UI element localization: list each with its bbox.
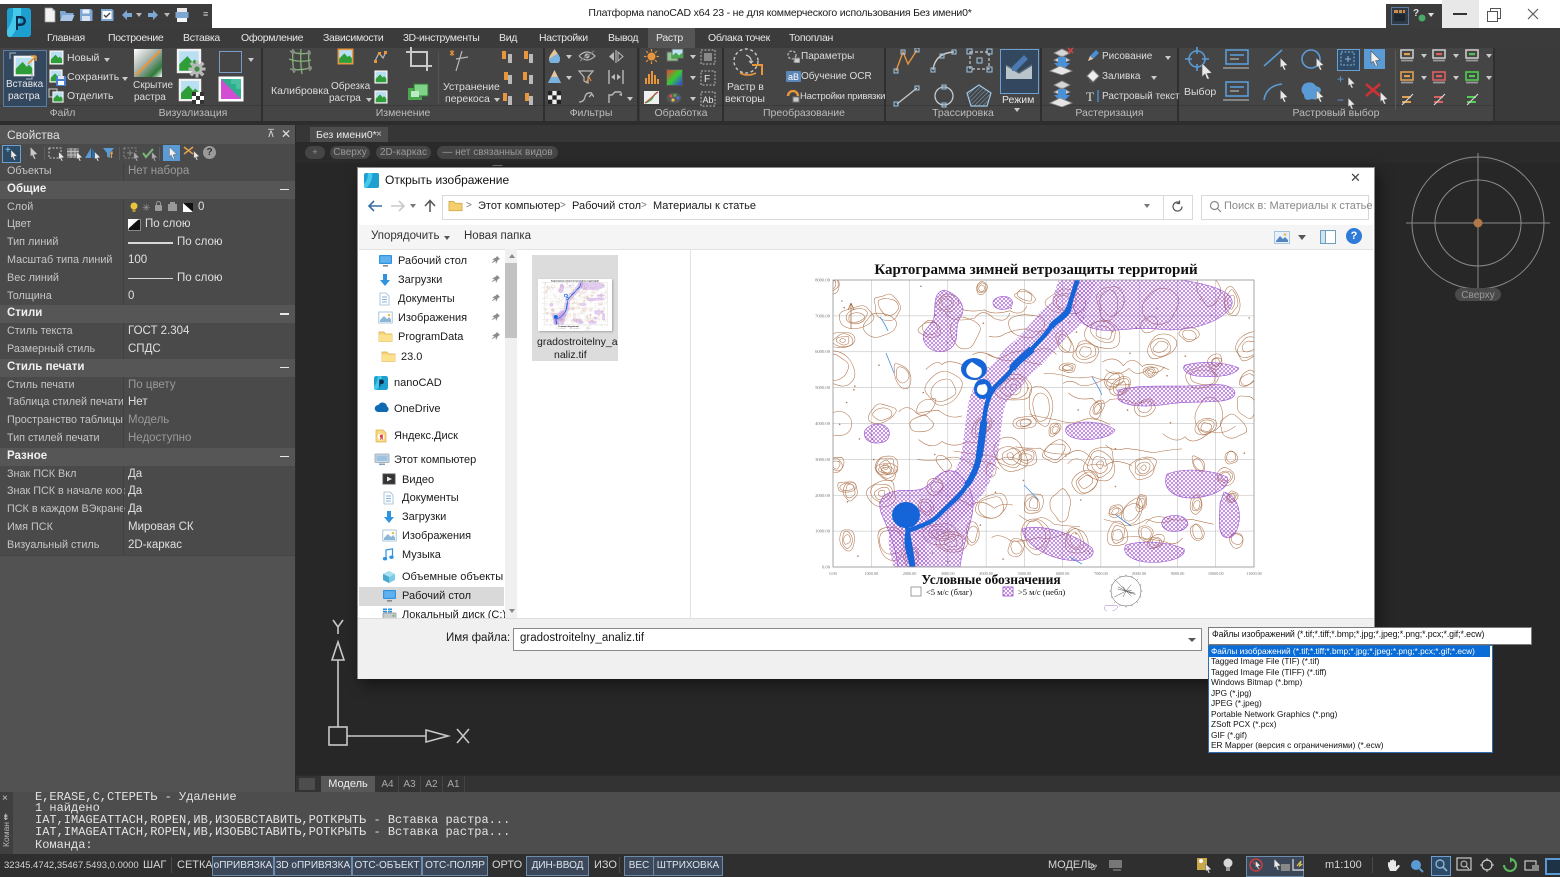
svg-text:1000.00: 1000.00 xyxy=(815,529,831,534)
svg-text:Условные обозначения: Условные обозначения xyxy=(921,572,1060,587)
svg-text:aB: aB xyxy=(788,72,799,82)
svg-text:10000.00: 10000.00 xyxy=(1208,571,1224,576)
svg-text:8000.00: 8000.00 xyxy=(1132,571,1146,576)
svg-text:2000.00: 2000.00 xyxy=(903,571,917,576)
svg-text:11000.00: 11000.00 xyxy=(1246,571,1262,576)
svg-text:8000.00: 8000.00 xyxy=(815,278,831,283)
svg-text:5000.00: 5000.00 xyxy=(815,385,831,390)
svg-text:0.00: 0.00 xyxy=(829,571,836,576)
svg-text:7000.00: 7000.00 xyxy=(815,313,831,318)
svg-text:6000.00: 6000.00 xyxy=(815,349,831,354)
svg-text:F: F xyxy=(704,74,710,85)
svg-text:Сверху: Сверху xyxy=(1461,290,1494,301)
svg-text:2000.00: 2000.00 xyxy=(815,493,831,498)
svg-text:T: T xyxy=(1086,89,1094,103)
svg-text:<5 м/с (благ): <5 м/с (благ) xyxy=(926,587,972,597)
svg-text:Картограмма зимней ветрозащиты: Картограмма зимней ветрозащиты территори… xyxy=(874,262,1198,278)
svg-text:4000.00: 4000.00 xyxy=(815,421,831,426)
svg-text:3000.00: 3000.00 xyxy=(815,457,831,462)
svg-text:>5 м/с (небл): >5 м/с (небл) xyxy=(1018,587,1065,597)
svg-text:7000.00: 7000.00 xyxy=(1094,571,1108,576)
svg-text:✳: ✳ xyxy=(142,203,150,214)
svg-text:1000.00: 1000.00 xyxy=(864,571,878,576)
svg-text:9000.00: 9000.00 xyxy=(1171,571,1185,576)
svg-text:0.00: 0.00 xyxy=(822,565,831,570)
svg-text:Ab: Ab xyxy=(703,95,714,105)
